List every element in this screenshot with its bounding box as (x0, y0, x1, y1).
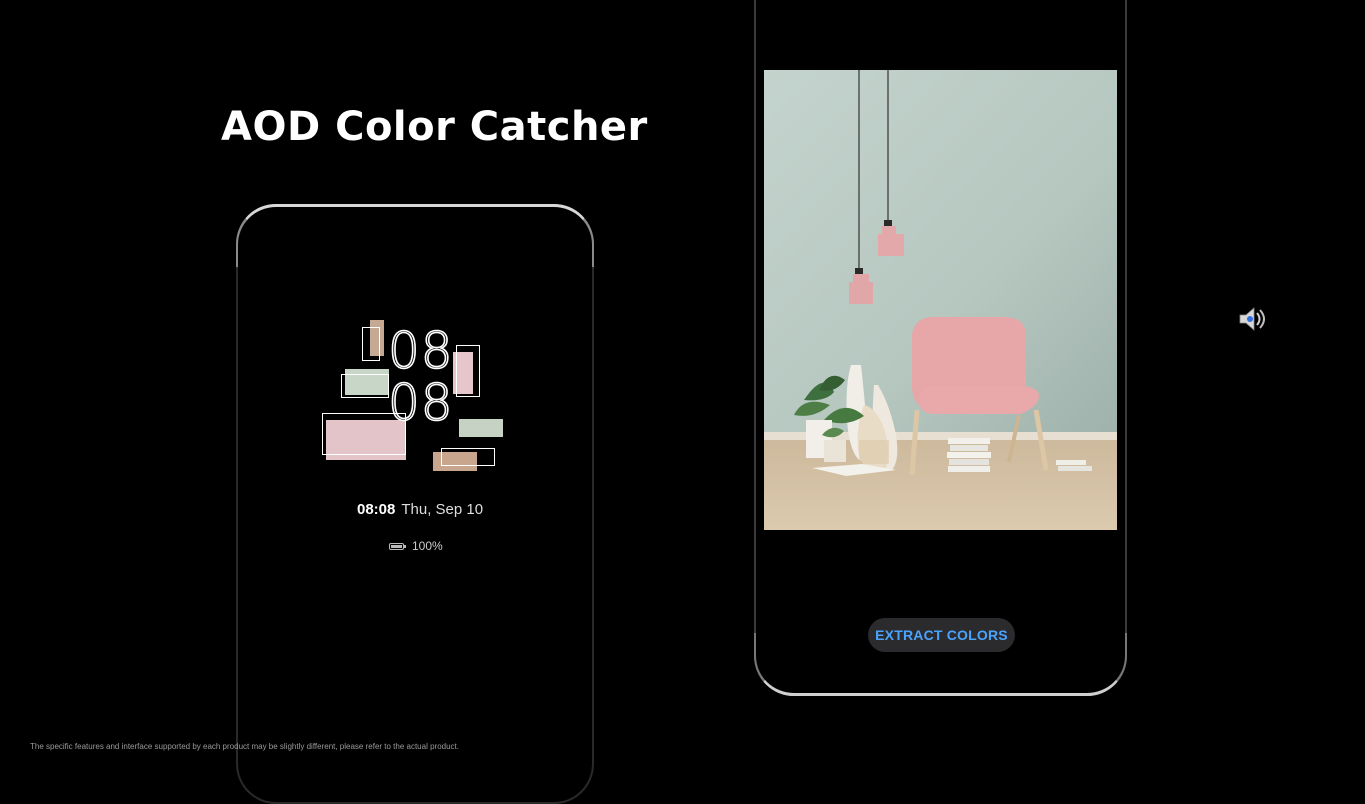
aod-outline-2 (341, 374, 389, 398)
aod-outline-1 (362, 327, 380, 361)
extract-colors-button[interactable]: EXTRACT COLORS (868, 618, 1015, 652)
aod-date: Thu, Sep 10 (401, 501, 484, 518)
page-title: AOD Color Catcher (221, 104, 648, 150)
disclaimer-text: The specific features and interface supp… (30, 742, 459, 751)
aod-clock-minutes: 08 (387, 374, 454, 432)
speaker-volume-icon[interactable] (1237, 304, 1267, 334)
aod-time: 08:08 (357, 501, 396, 518)
aod-swatch-5 (459, 419, 503, 437)
aod-clock-hours: 08 (387, 322, 454, 380)
room-photo-illustration (764, 70, 1117, 530)
aod-outline-6 (441, 448, 495, 466)
aod-battery-level: 100% (412, 539, 443, 553)
aod-outline-3 (456, 345, 480, 397)
aod-time-date: 08:08 Thu, Sep 10 (357, 501, 483, 518)
aod-clock-digits: 08 08 (387, 322, 458, 432)
battery-icon (389, 542, 406, 550)
aod-battery: 100% (389, 539, 443, 553)
room-photo (764, 70, 1117, 530)
